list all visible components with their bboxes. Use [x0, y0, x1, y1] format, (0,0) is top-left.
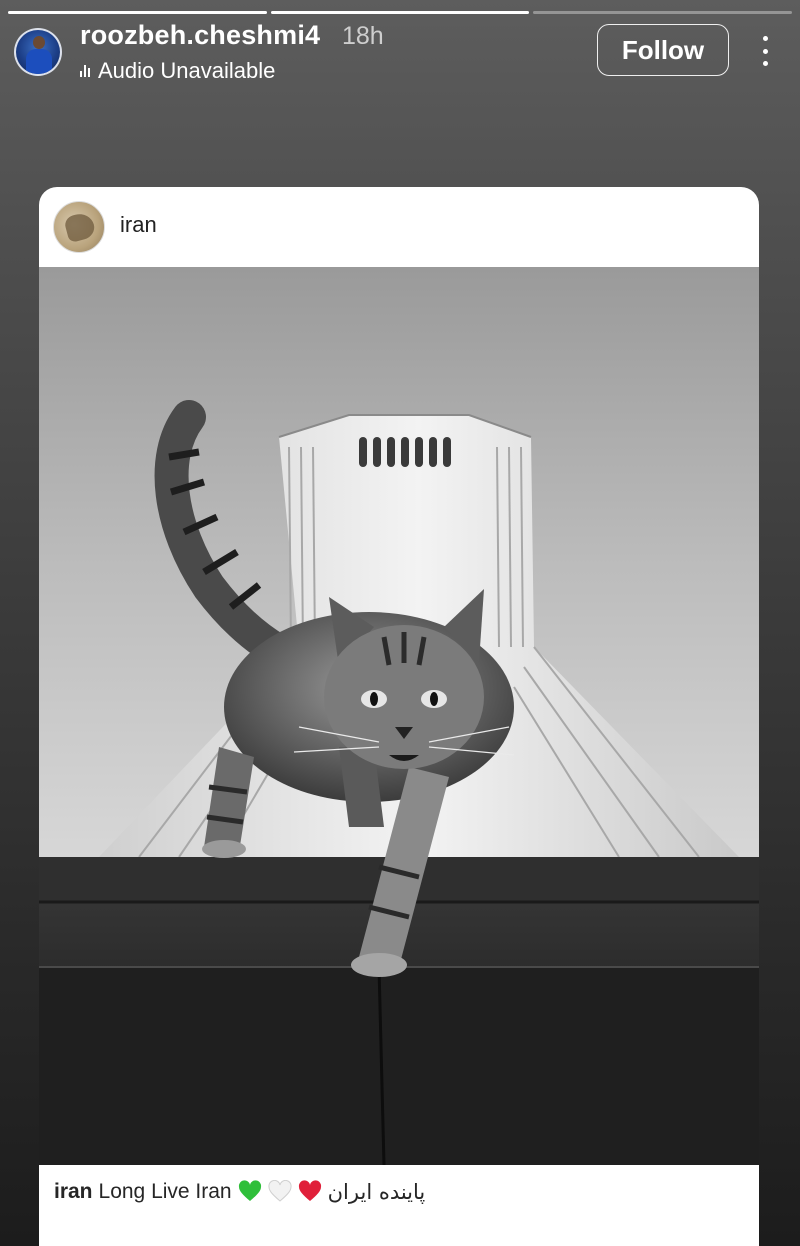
shared-post-card[interactable]: iran iran Long Live Iran پاینده ایران — [39, 187, 759, 1246]
audio-bars-icon — [80, 65, 90, 77]
progress-bar-3 — [533, 11, 793, 14]
audio-status: Audio Unavailable — [80, 58, 275, 84]
story-time: 18h — [342, 22, 384, 50]
white-heart-icon — [268, 1180, 292, 1202]
follow-button[interactable]: Follow — [597, 24, 729, 76]
progress-bar-1 — [8, 11, 267, 14]
post-avatar[interactable] — [53, 201, 105, 253]
story-username[interactable]: roozbeh.cheshmi4 — [80, 20, 320, 51]
post-username[interactable]: iran — [120, 212, 157, 238]
caption-persian-text: پاینده ایران — [327, 1180, 426, 1204]
post-caption: iran Long Live Iran پاینده ایران — [54, 1180, 425, 1204]
audio-status-label: Audio Unavailable — [98, 58, 276, 83]
caption-text: Long Live Iran — [98, 1180, 232, 1203]
progress-bar-2 — [270, 11, 530, 14]
more-vertical-icon[interactable] — [752, 36, 778, 66]
caption-username[interactable]: iran — [54, 1180, 93, 1204]
green-heart-icon — [238, 1180, 261, 1201]
post-header: iran — [39, 187, 759, 267]
story-progress — [8, 11, 793, 14]
story-avatar[interactable] — [14, 28, 62, 76]
red-heart-icon — [298, 1180, 321, 1201]
post-photo — [39, 267, 759, 1165]
